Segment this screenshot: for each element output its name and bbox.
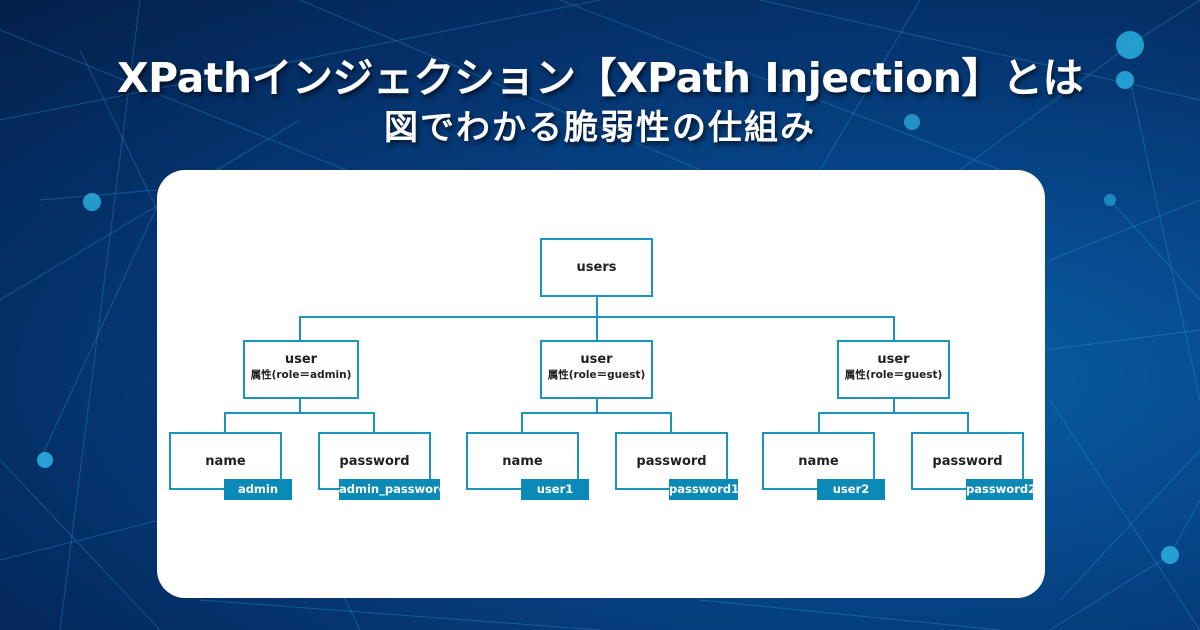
user-node-user1: user 属性(role＝guest)	[540, 340, 653, 399]
connector-line	[224, 412, 226, 432]
connector-line	[521, 412, 523, 432]
value-badge: admin	[224, 479, 292, 500]
connector-line	[596, 316, 598, 340]
node-label: user	[580, 352, 613, 367]
node-label: users	[576, 260, 617, 275]
value-badge: password2	[966, 479, 1036, 500]
user-node-admin: user 属性(role＝admin)	[243, 340, 359, 399]
node-attribute: 属性(role＝guest)	[547, 369, 646, 381]
connector-line	[818, 412, 820, 432]
connector-line	[521, 412, 672, 414]
node-label: user	[877, 352, 910, 367]
page-title: XPathインジェクション【XPath Injection】とは	[117, 54, 1083, 102]
connector-line	[596, 296, 598, 318]
connector-line	[967, 412, 969, 432]
connector-line	[818, 412, 969, 414]
value-badge: password1	[669, 479, 739, 500]
node-attribute: 属性(role＝admin)	[250, 369, 352, 381]
connector-line	[373, 412, 375, 432]
user-node-user2: user 属性(role＝guest)	[837, 340, 950, 399]
node-attribute: 属性(role＝guest)	[844, 369, 943, 381]
value-badge: admin_password	[339, 479, 447, 500]
connector-line	[224, 412, 375, 414]
connector-line	[893, 316, 895, 340]
connector-line	[299, 316, 301, 340]
value-badge: user1	[521, 479, 589, 500]
root-node-users: users	[540, 238, 653, 297]
connector-line	[670, 412, 672, 432]
diagram-card: users user 属性(role＝admin) user 属性(role＝g…	[157, 170, 1045, 598]
node-label: user	[284, 352, 318, 367]
value-badge: user2	[817, 479, 885, 500]
page-subtitle: 図でわかる脆弱性の仕組み	[384, 108, 816, 148]
